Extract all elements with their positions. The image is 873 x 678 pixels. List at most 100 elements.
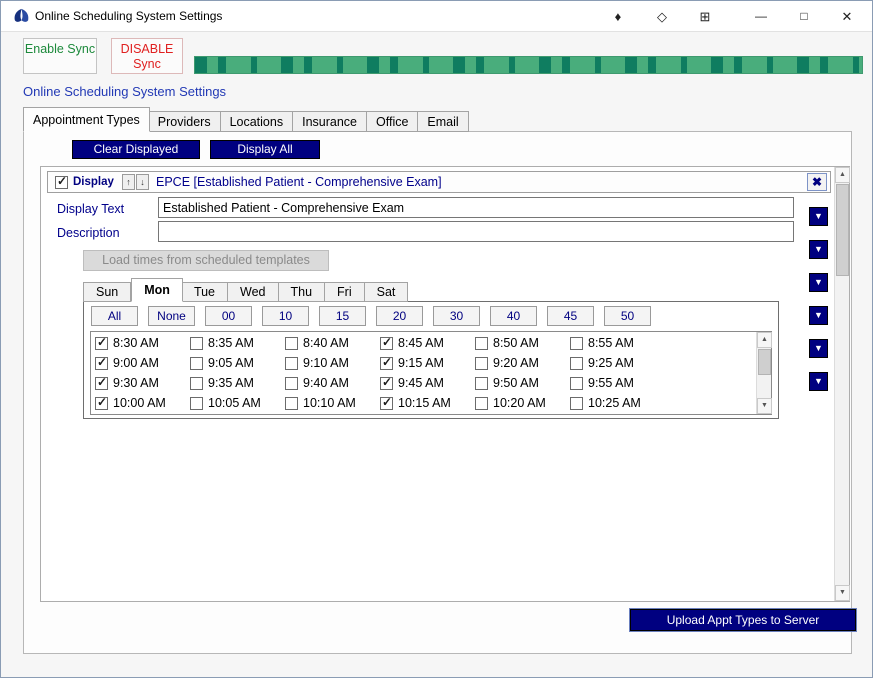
time-checkbox[interactable] [95,357,108,370]
scroll-up-button[interactable]: ▲ [835,167,850,183]
time-checkbox[interactable] [285,357,298,370]
time-checkbox[interactable] [190,357,203,370]
time-slot[interactable]: 9:10 AM [285,353,380,373]
slot-button-45[interactable]: 45 [547,306,594,326]
day-tab-thu[interactable]: Thu [279,282,326,302]
move-down-button[interactable]: ↓ [136,174,149,190]
time-slot[interactable]: 9:45 AM [380,373,475,393]
upload-appt-types-button[interactable]: Upload Appt Types to Server [630,609,856,631]
time-slot[interactable]: 9:15 AM [380,353,475,373]
scroll-down-button[interactable]: ▼ [835,585,850,601]
time-slot[interactable]: 9:35 AM [190,373,285,393]
display-text-input[interactable] [158,197,794,218]
time-checkbox[interactable] [570,357,583,370]
time-checkbox[interactable] [285,337,298,350]
description-input[interactable] [158,221,794,242]
time-slot[interactable]: 8:30 AM [95,333,190,353]
slot-button-30[interactable]: 30 [433,306,480,326]
day-tab-sat[interactable]: Sat [365,282,409,302]
time-checkbox[interactable] [475,397,488,410]
time-checkbox[interactable] [95,397,108,410]
day-tab-fri[interactable]: Fri [325,282,365,302]
slot-button-00[interactable]: 00 [205,306,252,326]
maximize-button[interactable]: □ [789,1,819,32]
time-checkbox[interactable] [570,377,583,390]
time-checkbox[interactable] [570,397,583,410]
time-checkbox[interactable] [95,337,108,350]
list-scrollbar-thumb[interactable] [758,349,771,375]
down-arrow-button[interactable]: ▼ [809,372,828,391]
time-slot[interactable]: 8:35 AM [190,333,285,353]
time-checkbox[interactable] [190,337,203,350]
remove-appointment-button[interactable]: ✖ [807,173,827,191]
time-slot[interactable]: 8:50 AM [475,333,570,353]
down-arrow-button[interactable]: ▼ [809,207,828,226]
tab-locations[interactable]: Locations [221,111,294,132]
time-checkbox[interactable] [190,397,203,410]
clear-displayed-button[interactable]: Clear Displayed [72,140,200,159]
time-checkbox[interactable] [190,377,203,390]
enable-sync-button[interactable]: Enable Sync [23,38,97,74]
slot-button-10[interactable]: 10 [262,306,309,326]
time-checkbox[interactable] [380,397,393,410]
time-slot[interactable]: 10:00 AM [95,393,190,413]
tab-providers[interactable]: Providers [149,111,221,132]
day-tab-sun[interactable]: Sun [83,282,131,302]
slot-button-none[interactable]: None [148,306,195,326]
window-grid-icon[interactable]: ⊞ [690,1,720,32]
slot-button-all[interactable]: All [91,306,138,326]
close-button[interactable]: ✕ [832,1,862,32]
down-arrow-button[interactable]: ▼ [809,306,828,325]
time-slot[interactable]: 10:25 AM [570,393,665,413]
list-scroll-up-button[interactable]: ▲ [757,332,772,348]
time-slot[interactable]: 9:40 AM [285,373,380,393]
down-arrow-button[interactable]: ▼ [809,240,828,259]
time-slot[interactable]: 8:55 AM [570,333,665,353]
disable-sync-button[interactable]: DISABLE Sync [111,38,183,74]
time-slot[interactable]: 10:05 AM [190,393,285,413]
time-slot[interactable]: 9:05 AM [190,353,285,373]
time-slot[interactable]: 9:20 AM [475,353,570,373]
day-tab-tue[interactable]: Tue [182,282,228,302]
time-slot[interactable]: 9:25 AM [570,353,665,373]
time-checkbox[interactable] [380,357,393,370]
time-checkbox[interactable] [475,357,488,370]
tab-office[interactable]: Office [367,111,418,132]
pin-icon[interactable]: ♦ [603,1,633,32]
display-all-button[interactable]: Display All [210,140,320,159]
main-scrollbar-thumb[interactable] [836,184,849,276]
minimize-button[interactable]: — [746,1,776,32]
time-checkbox[interactable] [380,377,393,390]
display-checkbox[interactable] [55,176,68,189]
slot-button-40[interactable]: 40 [490,306,537,326]
time-slot[interactable]: 9:55 AM [570,373,665,393]
move-up-button[interactable]: ↑ [122,174,135,190]
time-slot[interactable]: 9:50 AM [475,373,570,393]
time-checkbox[interactable] [475,337,488,350]
list-scroll-down-button[interactable]: ▼ [757,398,772,414]
day-tab-wed[interactable]: Wed [228,282,278,302]
tab-insurance[interactable]: Insurance [293,111,367,132]
time-checkbox[interactable] [285,397,298,410]
down-arrow-button[interactable]: ▼ [809,339,828,358]
down-arrow-button[interactable]: ▼ [809,273,828,292]
time-slot[interactable]: 10:10 AM [285,393,380,413]
time-slot[interactable]: 10:20 AM [475,393,570,413]
time-checkbox[interactable] [95,377,108,390]
day-tab-mon[interactable]: Mon [131,278,183,302]
tab-appointment-types[interactable]: Appointment Types [23,107,150,132]
time-checkbox[interactable] [475,377,488,390]
time-checkbox[interactable] [380,337,393,350]
main-scrollbar[interactable]: ▲ ▼ [834,167,849,601]
slot-button-15[interactable]: 15 [319,306,366,326]
time-slot[interactable]: 8:45 AM [380,333,475,353]
time-slot[interactable]: 9:00 AM [95,353,190,373]
time-slot[interactable]: 8:40 AM [285,333,380,353]
slot-button-20[interactable]: 20 [376,306,423,326]
time-checkbox[interactable] [285,377,298,390]
time-slot[interactable]: 10:15 AM [380,393,475,413]
tab-email[interactable]: Email [418,111,468,132]
diamond-icon[interactable]: ◇ [647,1,677,32]
time-checkbox[interactable] [570,337,583,350]
time-slot[interactable]: 9:30 AM [95,373,190,393]
